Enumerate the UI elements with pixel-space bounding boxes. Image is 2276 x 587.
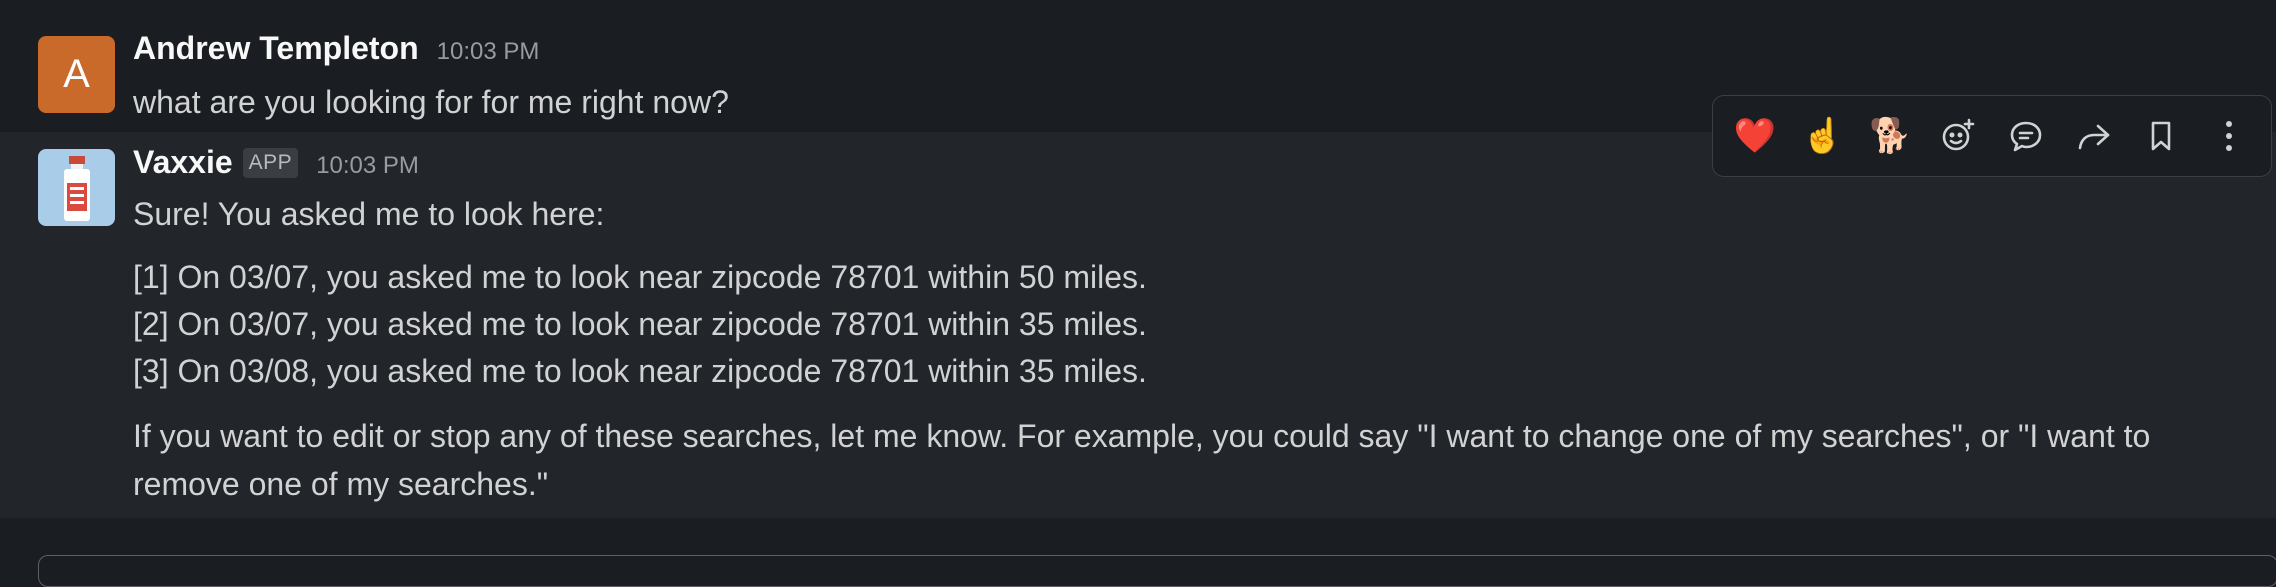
add-reaction-icon xyxy=(1942,118,1975,151)
more-actions-button[interactable] xyxy=(2201,108,2257,164)
message-actions-toolbar: ❤️ ☝️ 🐕 xyxy=(1712,95,2272,177)
message-header: Vaxxie APP 10:03 PM xyxy=(133,144,419,182)
message-intro: Sure! You asked me to look here: xyxy=(133,196,605,232)
vaccine-vial-icon xyxy=(63,155,90,221)
message-composer[interactable] xyxy=(38,555,2276,587)
search-list: [1] On 03/07, you asked me to look near … xyxy=(133,254,1147,395)
list-item: [3] On 03/08, you asked me to look near … xyxy=(133,353,1147,389)
message-footer: If you want to edit or stop any of these… xyxy=(133,418,2151,502)
avatar-letter: A xyxy=(63,52,90,96)
add-reaction-button[interactable] xyxy=(1930,108,1986,164)
share-icon xyxy=(2078,124,2109,150)
reaction-point-up-button[interactable]: ☝️ xyxy=(1795,108,1851,164)
reply-thread-button[interactable] xyxy=(1998,108,2054,164)
list-item: [2] On 03/07, you asked me to look near … xyxy=(133,306,1147,342)
avatar[interactable]: A xyxy=(38,36,115,113)
message-text: what are you looking for for me right no… xyxy=(133,84,729,120)
message-header: Andrew Templeton 10:03 PM xyxy=(133,30,539,67)
save-message-button[interactable] xyxy=(2133,108,2189,164)
message-vaxxie[interactable]: Vaxxie APP 10:03 PM Sure! You asked me t… xyxy=(0,132,2276,518)
timestamp[interactable]: 10:03 PM xyxy=(437,38,540,66)
timestamp[interactable]: 10:03 PM xyxy=(316,152,419,180)
sender-name[interactable]: Vaxxie xyxy=(133,144,233,181)
avatar[interactable] xyxy=(38,149,115,226)
reply-thread-icon xyxy=(2010,121,2042,152)
app-badge: APP xyxy=(242,148,299,178)
share-message-button[interactable] xyxy=(2066,108,2122,164)
more-actions-icon xyxy=(2226,121,2233,151)
sender-name[interactable]: Andrew Templeton xyxy=(133,30,419,67)
bookmark-icon xyxy=(2152,121,2171,151)
list-item: [1] On 03/07, you asked me to look near … xyxy=(133,259,1147,295)
reaction-dog-button[interactable]: 🐕 xyxy=(1862,108,1918,164)
reaction-heart-button[interactable]: ❤️ xyxy=(1727,108,1783,164)
